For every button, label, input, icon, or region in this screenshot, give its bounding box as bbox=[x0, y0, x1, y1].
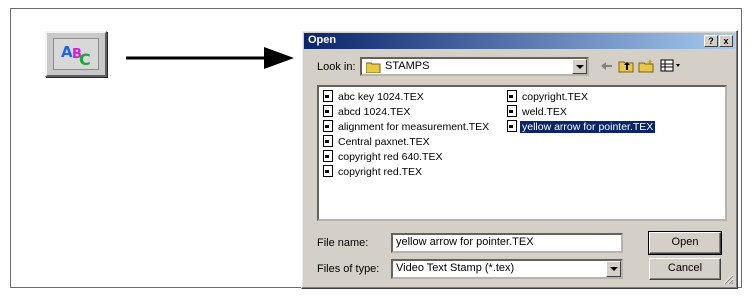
file-list[interactable]: abc key 1024.TEX abcd 1024.TEX alignment… bbox=[317, 85, 727, 221]
file-name-input[interactable]: yellow arrow for pointer.TEX bbox=[391, 233, 623, 253]
text-file-icon bbox=[507, 90, 517, 102]
close-button[interactable]: x bbox=[719, 35, 733, 47]
up-one-level-icon[interactable] bbox=[618, 58, 635, 74]
illustration-frame: A B C Open ? x Look in: STAMPS abc key 1… bbox=[10, 8, 742, 289]
text-file-icon bbox=[323, 135, 333, 147]
look-in-dropdown-arrow-icon[interactable] bbox=[572, 59, 587, 74]
files-of-type-label: Files of type: bbox=[317, 263, 380, 275]
text-file-icon bbox=[323, 120, 333, 132]
dialog-title: Open bbox=[308, 34, 337, 46]
new-folder-icon[interactable] bbox=[638, 58, 655, 74]
file-item[interactable]: abc key 1024.TEX bbox=[323, 90, 426, 103]
look-in-label: Look in: bbox=[317, 61, 356, 73]
files-of-type-dropdown[interactable]: Video Text Stamp (*.tex) bbox=[391, 259, 623, 279]
file-name-label: File name: bbox=[317, 237, 369, 249]
help-button[interactable]: ? bbox=[704, 35, 718, 47]
text-file-icon bbox=[323, 165, 333, 177]
right-arrow-icon bbox=[126, 47, 294, 69]
look-in-dropdown[interactable]: STAMPS bbox=[360, 57, 589, 76]
file-item[interactable]: weld.TEX bbox=[507, 105, 569, 118]
resize-grip-icon[interactable] bbox=[723, 274, 734, 285]
files-of-type-value: Video Text Stamp (*.tex) bbox=[396, 262, 515, 274]
back-arrow-icon[interactable] bbox=[598, 58, 615, 74]
view-menu-icon[interactable] bbox=[660, 58, 682, 74]
abc-icon-letter-c: C bbox=[79, 50, 91, 69]
look-in-value: STAMPS bbox=[385, 60, 430, 72]
dialog-titlebar[interactable]: Open ? x bbox=[304, 33, 735, 49]
folder-icon bbox=[366, 62, 381, 73]
text-file-icon bbox=[507, 120, 517, 132]
file-item-selected[interactable]: yellow arrow for pointer.TEX bbox=[507, 120, 656, 133]
file-item[interactable]: Central paxnet.TEX bbox=[323, 135, 432, 148]
file-item[interactable]: copyright red.TEX bbox=[323, 165, 424, 178]
text-file-icon bbox=[507, 105, 517, 117]
text-file-icon bbox=[323, 105, 333, 117]
open-button[interactable]: Open bbox=[648, 231, 722, 255]
abc-icon: A B C bbox=[53, 38, 99, 70]
text-file-icon bbox=[323, 90, 333, 102]
file-item[interactable]: alignment for measurement.TEX bbox=[323, 120, 491, 133]
text-file-icon bbox=[323, 150, 333, 162]
cancel-button[interactable]: Cancel bbox=[649, 258, 721, 280]
abc-icon-letter-a: A bbox=[61, 43, 73, 61]
open-dialog: Open ? x Look in: STAMPS abc key 1024.TE… bbox=[301, 30, 738, 289]
file-item[interactable]: copyright red 640.TEX bbox=[323, 150, 444, 163]
text-stamp-button[interactable]: A B C bbox=[45, 31, 107, 77]
files-of-type-dropdown-arrow-icon[interactable] bbox=[606, 261, 621, 277]
file-item[interactable]: copyright.TEX bbox=[507, 90, 590, 103]
file-item[interactable]: abcd 1024.TEX bbox=[323, 105, 412, 118]
